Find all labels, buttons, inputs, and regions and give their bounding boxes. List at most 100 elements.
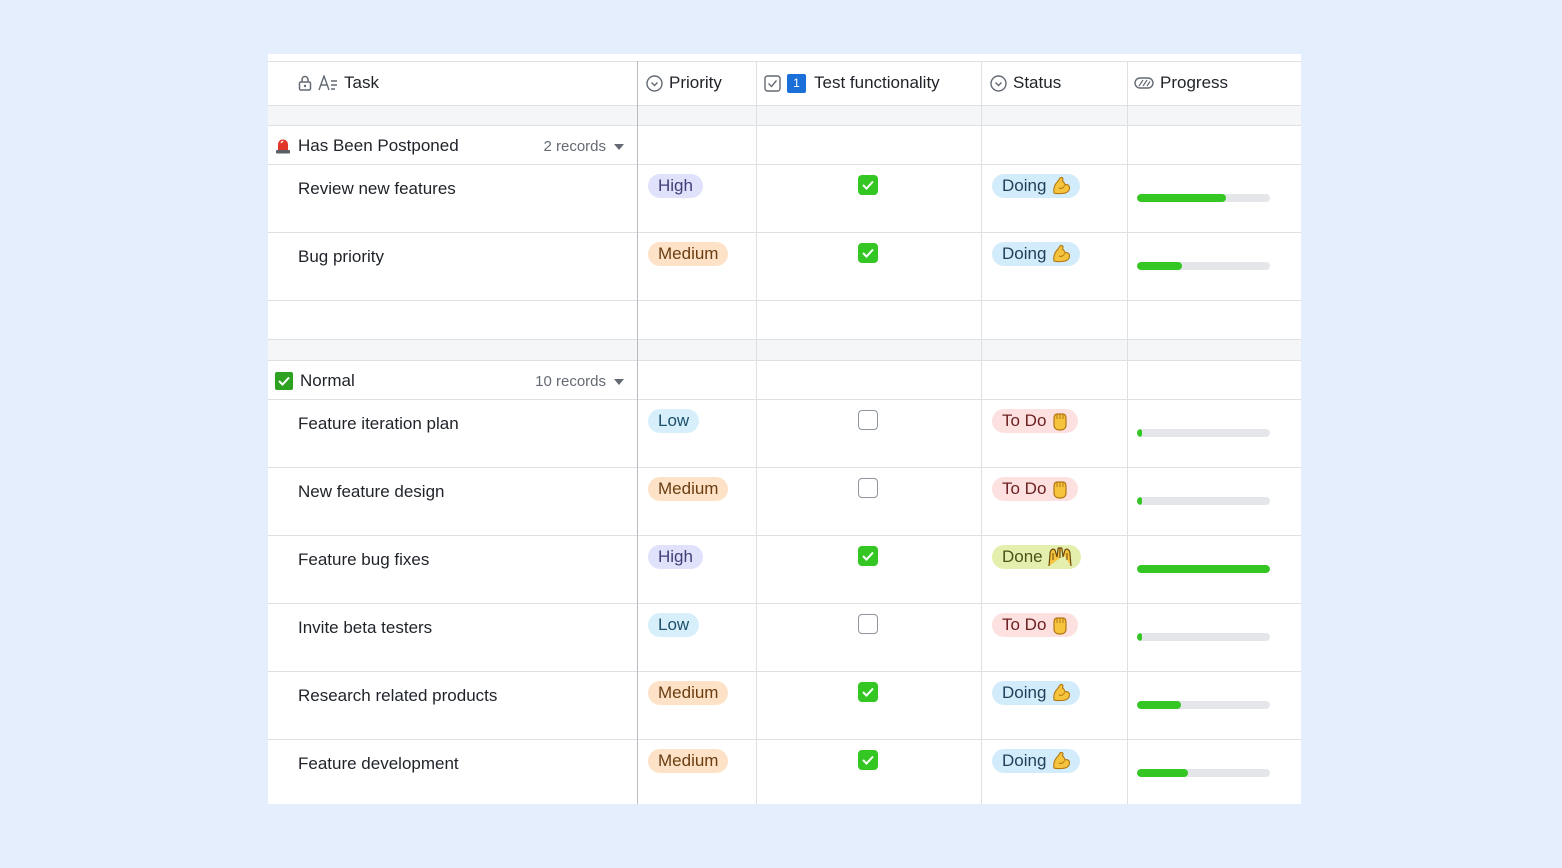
column-header-task[interactable]: Task (268, 61, 638, 105)
progress-fill (1137, 633, 1143, 641)
table-row[interactable]: Feature bug fixes High Done (268, 536, 1301, 603)
text-field-icon (318, 75, 338, 91)
priority-tag: Low (648, 409, 700, 433)
status-cell[interactable]: To Do (982, 400, 1128, 467)
test-functionality-cell[interactable] (756, 400, 982, 467)
progress-cell[interactable] (1128, 468, 1301, 535)
test-functionality-cell[interactable] (756, 740, 982, 804)
test-functionality-cell[interactable] (756, 536, 982, 603)
test-checkbox[interactable] (858, 546, 878, 566)
priority-tag: Medium (648, 477, 729, 501)
status-cell[interactable]: Doing (982, 672, 1128, 739)
progress-cell[interactable] (1128, 672, 1301, 739)
raised-fist-icon (1050, 478, 1070, 500)
status-tag: To Do (992, 409, 1079, 433)
status-label: To Do (1002, 479, 1047, 498)
task-cell[interactable]: Invite beta testers (268, 604, 638, 671)
test-functionality-cell[interactable] (756, 672, 982, 739)
test-checkbox[interactable] (858, 175, 878, 195)
progress-cell[interactable] (1128, 233, 1301, 300)
column-divider (756, 61, 757, 804)
priority-cell[interactable]: Medium (638, 468, 756, 535)
test-checkbox[interactable] (858, 682, 878, 702)
test-checkbox[interactable] (858, 243, 878, 263)
priority-tag: Medium (648, 681, 729, 705)
column-header-priority-label: Priority (669, 73, 722, 92)
column-header-progress[interactable]: Progress (1128, 61, 1301, 105)
table-row[interactable]: Feature iteration plan Low To Do (268, 400, 1301, 467)
group-record-count[interactable]: 10 records (535, 373, 624, 390)
progress-cell[interactable] (1128, 165, 1301, 232)
test-functionality-cell[interactable] (756, 233, 982, 300)
task-cell[interactable]: Bug priority (268, 233, 638, 300)
task-cell[interactable]: Review new features (268, 165, 638, 232)
lock-icon (298, 75, 312, 91)
check-icon (862, 755, 874, 765)
progress-bar (1137, 429, 1270, 437)
priority-cell[interactable]: Medium (638, 672, 756, 739)
check-icon (862, 180, 874, 190)
table-row[interactable]: Research related products Medium Doing (268, 672, 1301, 739)
status-tag: Doing (992, 242, 1081, 266)
table-row[interactable]: Bug priority Medium Doing (268, 233, 1301, 300)
raised-fist-icon (1050, 410, 1070, 432)
priority-cell[interactable]: High (638, 165, 756, 232)
test-checkbox[interactable] (858, 478, 878, 498)
test-functionality-cell[interactable] (756, 604, 982, 671)
progress-cell[interactable] (1128, 536, 1301, 603)
status-cell[interactable]: Doing (982, 233, 1128, 300)
progress-bar (1137, 701, 1270, 709)
group-record-count[interactable]: 2 records (543, 138, 624, 155)
progress-fill (1137, 497, 1143, 505)
column-divider (981, 61, 982, 804)
task-cell[interactable]: Feature development (268, 740, 638, 804)
priority-cell[interactable]: Medium (638, 233, 756, 300)
priority-cell[interactable]: Medium (638, 740, 756, 804)
status-label: Doing (1002, 751, 1047, 770)
column-header-status[interactable]: Status (982, 61, 1128, 105)
progress-cell[interactable] (1128, 740, 1301, 804)
progress-fill (1137, 194, 1227, 202)
status-cell[interactable]: To Do (982, 468, 1128, 535)
progress-fill (1137, 769, 1188, 777)
group-header[interactable]: Normal 10 records (268, 361, 638, 399)
group-spacer (268, 340, 1301, 360)
table-row[interactable]: New feature design Medium To Do (268, 468, 1301, 535)
table-row[interactable]: Invite beta testers Low To Do (268, 604, 1301, 671)
single-select-icon (646, 74, 663, 92)
progress-bar (1137, 262, 1270, 270)
progress-cell[interactable] (1128, 400, 1301, 467)
task-cell[interactable]: Research related products (268, 672, 638, 739)
progress-cell[interactable] (1128, 604, 1301, 671)
task-cell[interactable]: Feature iteration plan (268, 400, 638, 467)
status-cell[interactable]: To Do (982, 604, 1128, 671)
test-functionality-cell[interactable] (756, 468, 982, 535)
task-cell[interactable]: Feature bug fixes (268, 536, 638, 603)
test-functionality-cell[interactable] (756, 165, 982, 232)
table-row[interactable]: Review new features High Doing (268, 165, 1301, 232)
test-checkbox[interactable] (858, 614, 878, 634)
task-cell[interactable]: New feature design (268, 468, 638, 535)
checkbox-field-icon (764, 74, 781, 92)
task-name: Bug priority (298, 247, 384, 266)
progress-bar (1137, 194, 1270, 202)
status-cell[interactable]: Doing (982, 165, 1128, 232)
status-cell[interactable]: Doing (982, 740, 1128, 804)
priority-cell[interactable]: Low (638, 400, 756, 467)
test-checkbox[interactable] (858, 750, 878, 770)
group-spacer (268, 106, 1301, 125)
group-count-label: 10 records (535, 373, 606, 390)
status-tag: Doing (992, 749, 1081, 773)
group-header[interactable]: Has Been Postponed 2 records (268, 126, 638, 164)
empty-row (268, 301, 1301, 339)
table-row[interactable]: Feature development Medium Doing (268, 740, 1301, 804)
priority-cell[interactable]: Low (638, 604, 756, 671)
column-header-test-functionality[interactable]: 1 Test functionality (756, 61, 982, 105)
status-tag: To Do (992, 613, 1079, 637)
status-cell[interactable]: Done (982, 536, 1128, 603)
priority-cell[interactable]: High (638, 536, 756, 603)
column-header-priority[interactable]: Priority (638, 61, 756, 105)
row-divider (268, 61, 1301, 62)
test-checkbox[interactable] (858, 410, 878, 430)
red-alarm-light-icon (274, 137, 292, 155)
